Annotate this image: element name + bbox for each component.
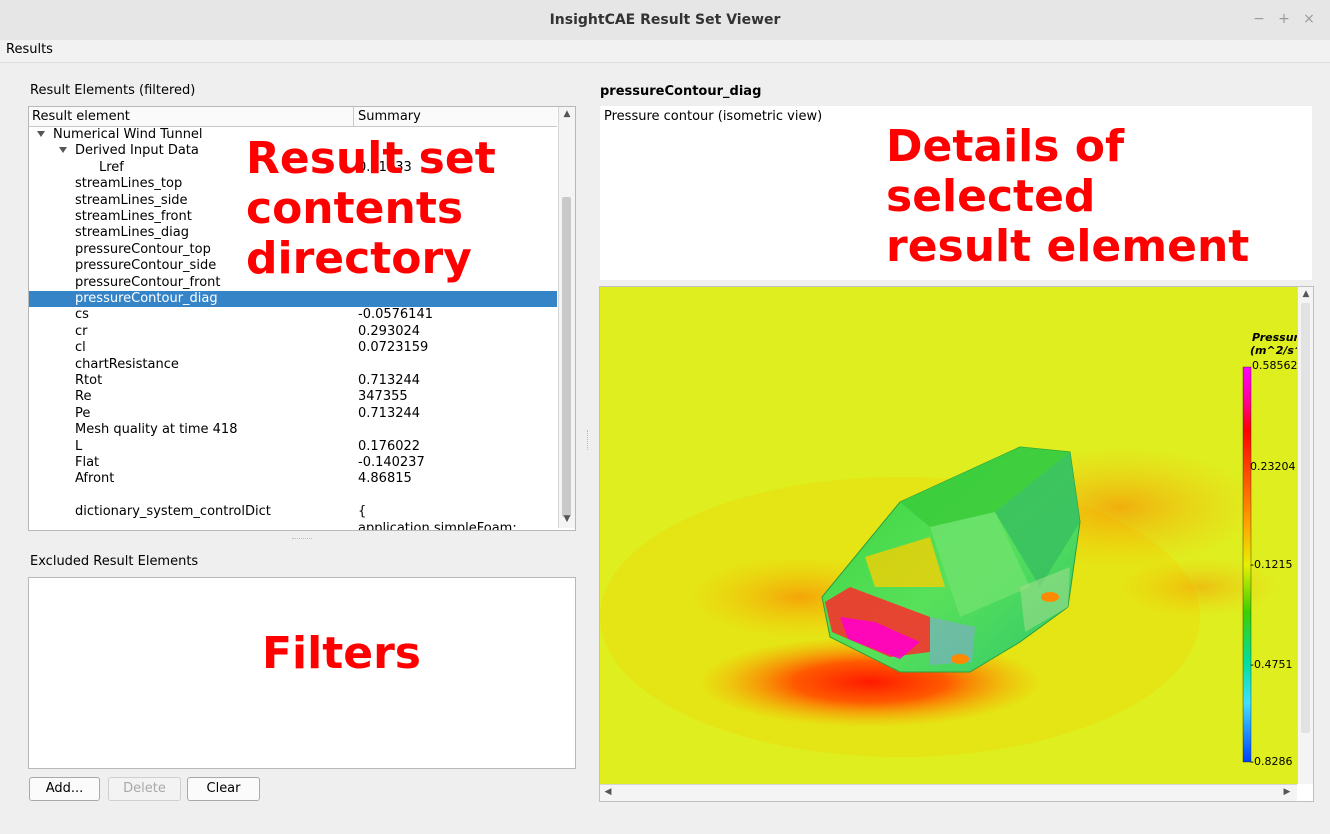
- annotation-details-line3: result element: [886, 221, 1250, 272]
- tree-row[interactable]: application simpleFoam;: [29, 520, 557, 531]
- tree-row[interactable]: Mesh quality at time 418: [29, 422, 557, 438]
- legend-tick-0: 0.58562: [1252, 359, 1298, 372]
- tree-row-name: Derived Input Data: [75, 143, 199, 159]
- tree-row-summary: -0.0576141: [358, 307, 433, 323]
- tree-row-name: pressureContour_diag: [75, 291, 218, 306]
- window-title: InsightCAE Result Set Viewer: [549, 12, 781, 28]
- tree-row-name: pressureContour_side: [75, 258, 217, 274]
- header-separator[interactable]: [353, 107, 354, 126]
- tree-row-summary: {: [358, 504, 367, 520]
- image-horizontal-scrollbar[interactable]: ◀ ▶: [600, 784, 1297, 801]
- column-header-summary[interactable]: Summary: [358, 109, 421, 124]
- excluded-label: Excluded Result Elements: [30, 554, 199, 569]
- clear-button[interactable]: Clear: [187, 777, 260, 801]
- tree-row-name: chartResistance: [75, 356, 179, 372]
- annotation-directory-line1: Result set: [246, 133, 496, 184]
- add-button[interactable]: Add...: [29, 777, 100, 801]
- scroll-up-icon[interactable]: ▲: [1298, 289, 1313, 299]
- tree-row-summary: 0.713244: [358, 373, 421, 388]
- tree-row-name: streamLines_diag: [75, 225, 190, 241]
- tree-row-name: cr: [75, 323, 88, 339]
- tree-row[interactable]: Afront 4.86815: [29, 471, 557, 487]
- tree-row-summary: 0.176022: [358, 438, 421, 454]
- annotation-directory-line3: directory: [246, 233, 472, 284]
- tree-row-name: Afront: [75, 471, 115, 487]
- tree-row-name: Lref: [99, 159, 124, 175]
- tree-row-name: streamLines_side: [75, 192, 188, 208]
- scroll-left-icon[interactable]: ◀: [600, 787, 616, 797]
- tree-vertical-scrollbar[interactable]: ▲ ▼: [558, 107, 575, 528]
- scroll-up-icon[interactable]: ▲: [559, 109, 575, 119]
- description-text: Pressure contour (isometric view): [604, 109, 823, 124]
- annotation-filters: Filters: [262, 628, 421, 679]
- tree-row[interactable]: cl 0.0723159: [29, 340, 557, 356]
- tree-row-summary: 4.86815: [358, 471, 412, 487]
- pressure-contour-image: Pressure (m^2/s^2 0.58562 0.23204 -0.121…: [599, 286, 1314, 802]
- detail-title: pressureContour_diag: [600, 84, 762, 99]
- legend-tick-2: -0.1215: [1250, 558, 1293, 571]
- tree-row-summary: -0.140237: [358, 455, 425, 470]
- legend-tick-4: -0.8286: [1250, 755, 1293, 768]
- contour-render: [600, 287, 1297, 784]
- tree-row[interactable]: cr 0.293024: [29, 324, 557, 340]
- tree-row-summary: 347355: [358, 389, 408, 405]
- tree-row-name: cl: [75, 340, 86, 356]
- tree-row-name: Numerical Wind Tunnel: [53, 127, 203, 142]
- splitter-handle[interactable]: [292, 538, 312, 541]
- close-button[interactable]: ×: [1300, 10, 1318, 28]
- tree-header: Result element Summary: [29, 107, 557, 127]
- menu-bar: Results: [0, 40, 1330, 63]
- legend-tick-3: -0.4751: [1250, 658, 1293, 671]
- maximize-button[interactable]: +: [1275, 10, 1293, 28]
- tree-row-summary: 0.713244: [358, 405, 421, 421]
- scroll-right-icon[interactable]: ▶: [1279, 787, 1295, 797]
- tree-row[interactable]: Rtot 0.713244: [29, 373, 557, 389]
- scroll-down-icon[interactable]: ▼: [559, 514, 575, 524]
- tree-row-name: Mesh quality at time 418: [75, 422, 238, 438]
- tree-row[interactable]: Flat -0.140237: [29, 455, 557, 471]
- tree-row[interactable]: dictionary_system_controlDict {: [29, 504, 557, 520]
- tree-row-name: Pe: [75, 405, 91, 421]
- menu-results[interactable]: Results: [6, 42, 53, 57]
- tree-row-name: streamLines_front: [75, 209, 192, 224]
- tree-row-name: Re: [75, 389, 92, 405]
- column-header-result-element[interactable]: Result element: [32, 109, 130, 124]
- scroll-thumb[interactable]: [1301, 303, 1310, 733]
- tree-row-name: Rtot: [75, 373, 103, 388]
- tree-row-summary: 0.0723159: [358, 340, 429, 356]
- expand-arrow-icon[interactable]: [59, 147, 67, 154]
- tree-row-summary: application simpleFoam;: [358, 520, 517, 531]
- tree-row-name: dictionary_system_controlDict: [75, 504, 271, 520]
- image-vertical-scrollbar[interactable]: ▲: [1297, 287, 1313, 784]
- legend-tick-1: 0.23204: [1250, 460, 1296, 473]
- tree-row[interactable]: [29, 488, 557, 504]
- tree-row-selected[interactable]: pressureContour_diag: [29, 291, 557, 308]
- tree-row-name: streamLines_top: [75, 176, 183, 192]
- delete-button[interactable]: Delete: [108, 777, 181, 801]
- tree-row-summary: 0.293024: [358, 323, 421, 339]
- annotation-details-line2: selected: [886, 171, 1096, 222]
- tree-row[interactable]: L 0.176022: [29, 439, 557, 455]
- tree-row[interactable]: cs -0.0576141: [29, 307, 557, 323]
- annotation-details-line1: Details of: [886, 121, 1125, 172]
- tree-row[interactable]: chartResistance: [29, 357, 557, 373]
- tree-row-name: Flat: [75, 455, 100, 470]
- tree-row-name: pressureContour_front: [75, 274, 221, 290]
- annotation-directory-line2: contents: [246, 183, 464, 234]
- expand-arrow-icon[interactable]: [37, 131, 45, 137]
- vertical-splitter-handle[interactable]: [587, 430, 590, 450]
- scroll-thumb[interactable]: [562, 197, 571, 517]
- result-elements-label: Result Elements (filtered): [30, 83, 196, 98]
- tree-row-name: L: [75, 438, 83, 454]
- tree-row[interactable]: Pe 0.713244: [29, 406, 557, 422]
- tree-row-name: cs: [75, 307, 89, 323]
- minimize-button[interactable]: −: [1250, 10, 1268, 28]
- tree-row-name: pressureContour_top: [75, 241, 211, 257]
- tree-row[interactable]: Re 347355: [29, 389, 557, 405]
